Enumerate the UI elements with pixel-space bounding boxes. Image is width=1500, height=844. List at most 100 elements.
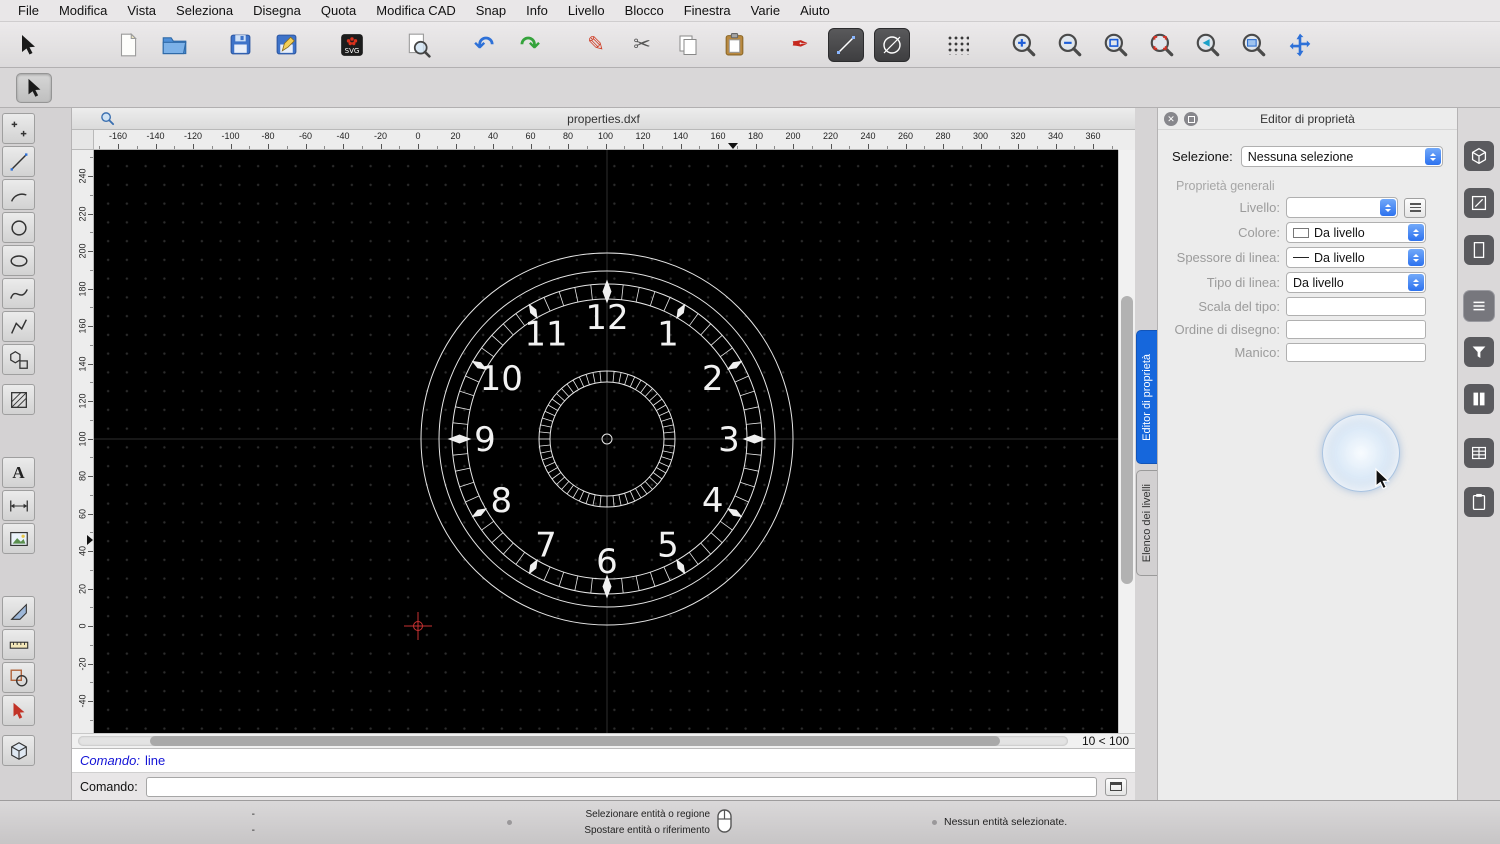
zoom-in-button[interactable] [1006,28,1042,62]
menu-item-file[interactable]: File [8,0,49,22]
spline-tool-button[interactable] [2,278,35,309]
ellipse-tool-button[interactable] [2,245,35,276]
text-tool-button[interactable]: A [2,457,35,488]
draw-freehand-button[interactable]: ✎ [578,28,614,62]
selection-filter-panel-button[interactable] [1464,337,1494,367]
vertical-scrollbar[interactable] [1118,150,1135,733]
command-window-toggle-button[interactable] [1105,778,1127,796]
svg-export-button[interactable]: SVG [334,28,370,62]
property-list-panel-button[interactable] [1464,291,1494,321]
property-editor-header: ✕ Editor di proprietà [1158,108,1457,130]
tab-property-editor[interactable]: Editor di proprietà [1136,330,1157,464]
zoom-window-button[interactable] [1236,28,1272,62]
layer-dropdown[interactable] [1286,197,1398,218]
draw-order-input[interactable] [1286,320,1426,339]
side-tab-strip: Editor di proprietà Elenco dei livelli [1135,108,1157,800]
view-cube-panel-button[interactable] [1464,141,1494,171]
zoom-out-button[interactable] [1052,28,1088,62]
line-tool-toolbar-button[interactable] [828,28,864,62]
dimension-tool-button[interactable] [2,490,35,521]
h-ruler-label: 0 [415,131,420,141]
undo-button[interactable]: ↶ [466,28,502,62]
menu-item-aiuto[interactable]: Aiuto [790,0,840,22]
selection-dropdown[interactable]: Nessuna selezione [1241,146,1443,167]
h-ruler-label: 360 [1085,131,1100,141]
line-icon [8,151,30,173]
h-ruler-label: -100 [221,131,239,141]
menu-item-snap[interactable]: Snap [466,0,516,22]
zoom-previous-button[interactable] [1190,28,1226,62]
zoom-auto-button[interactable] [1098,28,1134,62]
menu-item-blocco[interactable]: Blocco [615,0,674,22]
menu-item-seleziona[interactable]: Seleziona [166,0,243,22]
menu-item-disegna[interactable]: Disegna [243,0,311,22]
modify-tool-button[interactable] [2,695,35,726]
hatch-tool-button[interactable] [2,384,35,415]
selection-tool-button[interactable] [10,28,46,62]
redo-button[interactable]: ↷ [512,28,548,62]
measure-tool-button[interactable] [2,629,35,660]
copy-button[interactable] [670,28,706,62]
linetype-dropdown[interactable]: Da livello [1286,272,1426,293]
menu-item-vista[interactable]: Vista [117,0,166,22]
menu-item-livello[interactable]: Livello [558,0,615,22]
open-file-button[interactable] [156,28,192,62]
paste-button[interactable] [716,28,752,62]
clipboard-panel-button[interactable] [1464,487,1494,517]
handle-input[interactable] [1286,343,1426,362]
h-ruler: -160-140-120-100-80-60-40-20020406080100… [94,130,1118,150]
selection-status: Nessun entità selezionate. [944,816,1067,828]
h-ruler-label: 40 [488,131,498,141]
h-ruler-label: -60 [299,131,312,141]
selection-tool-pressed-button[interactable] [16,73,52,103]
drawing-canvas[interactable]: 121234567891011 [94,150,1118,733]
point-tool-button[interactable] [2,113,35,144]
solid-tool-button[interactable] [2,735,35,766]
cut-button[interactable]: ✂ [624,28,660,62]
pen-tool-button[interactable]: ✒ [782,28,818,62]
tab-layer-list[interactable]: Elenco dei livelli [1136,470,1157,576]
save-as-button[interactable] [268,28,304,62]
polyline-tool-button[interactable] [2,311,35,342]
menu-item-quota[interactable]: Quota [311,0,366,22]
lineweight-dropdown[interactable]: Da livello [1286,247,1426,268]
circle-tool-button[interactable] [2,212,35,243]
polygon-tool-button[interactable] [2,344,35,375]
pan-button[interactable] [1282,28,1318,62]
ellipse-tool-toolbar-button[interactable] [874,28,910,62]
line-tool-button[interactable] [2,146,35,177]
new-file-button[interactable] [110,28,146,62]
horizontal-scrollbar[interactable]: 10 < 100 [72,733,1135,748]
zoom-window-icon [1240,31,1268,59]
menu-item-modifica[interactable]: Modifica [49,0,117,22]
v-ruler-cursor-marker [87,535,93,545]
menu-item-info[interactable]: Info [516,0,558,22]
menu-item-finestra[interactable]: Finestra [674,0,741,22]
shape-tool-button[interactable] [2,662,35,693]
color-dropdown[interactable]: Da livello [1286,222,1426,243]
vertical-scrollbar-thumb[interactable] [1121,296,1133,584]
library-panel-button[interactable] [1464,384,1494,414]
document-titlebar[interactable]: properties.dxf [72,108,1135,130]
zoom-selection-button[interactable] [1144,28,1180,62]
ruler-icon [8,634,30,656]
sheet-panel-button[interactable] [1464,235,1494,265]
edit-box-icon [1468,192,1490,214]
image-tool-button[interactable] [2,523,35,554]
menu-item-varie[interactable]: Varie [741,0,790,22]
command-input[interactable] [146,777,1097,797]
table-panel-button[interactable] [1464,438,1494,468]
layer-menu-button[interactable] [1404,198,1426,218]
linetype-scale-input[interactable] [1286,297,1426,316]
panel-close-button[interactable]: ✕ [1164,112,1178,126]
print-preview-button[interactable] [400,28,436,62]
arc-tool-button[interactable] [2,179,35,210]
block-edit-panel-button[interactable] [1464,188,1494,218]
fill-tool-button[interactable] [2,596,35,627]
panel-detach-button[interactable] [1184,112,1198,126]
save-button[interactable] [222,28,258,62]
command-history[interactable]: Comando: line [72,748,1135,772]
menu-item-modifica-cad[interactable]: Modifica CAD [366,0,465,22]
horizontal-scrollbar-thumb[interactable] [150,736,1000,746]
grid-toggle-button[interactable] [940,28,976,62]
